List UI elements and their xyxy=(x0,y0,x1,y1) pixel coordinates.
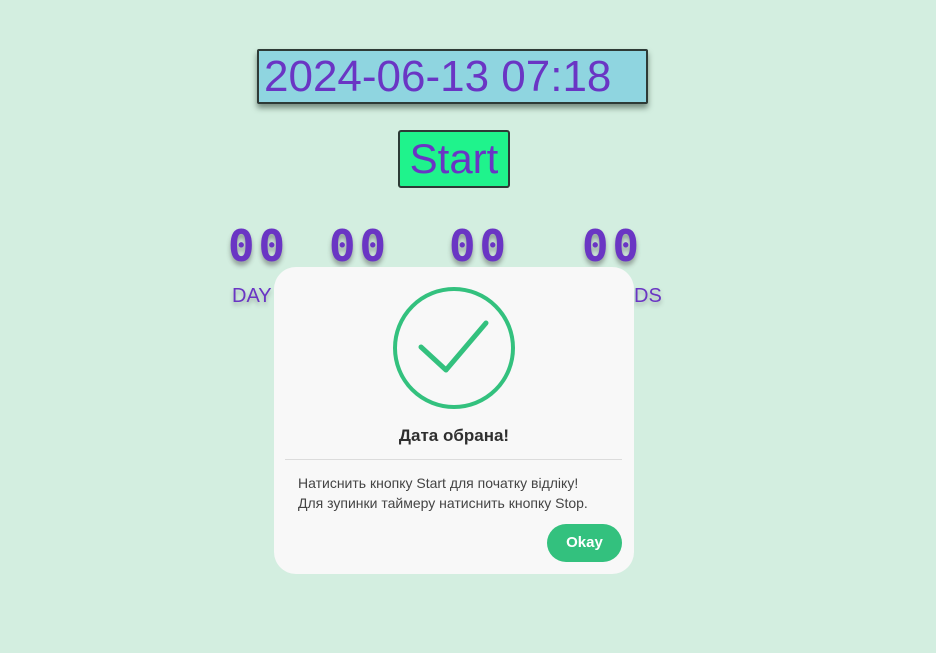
okay-button[interactable]: Okay xyxy=(547,524,622,562)
timer-hours-value: 00 xyxy=(329,221,390,272)
dialog-divider xyxy=(285,459,622,460)
timer-seconds-label: DS xyxy=(634,285,662,307)
timer-seconds-value: 00 xyxy=(582,221,643,272)
timer-days-value: 00 xyxy=(228,221,289,272)
check-circle-icon xyxy=(393,287,515,409)
page: 2024-06-13 07:18 Start 00 00 00 00 DAY D… xyxy=(0,0,936,653)
timer-days-label: DAY xyxy=(232,285,272,307)
timer-minutes-value: 00 xyxy=(449,221,510,272)
dialog-title: Дата обрана! xyxy=(398,426,510,445)
success-dialog: Дата обрана! Натиснить кнопку Start для … xyxy=(274,267,634,574)
dialog-message-line-2: Для зупинки таймеру натиснить кнопку Sto… xyxy=(298,495,588,511)
dialog-message: Натиснить кнопку Start для початку відлі… xyxy=(298,473,620,513)
date-time-input[interactable]: 2024-06-13 07:18 xyxy=(257,49,648,104)
dialog-message-line-1: Натиснить кнопку Start для початку відлі… xyxy=(298,475,579,491)
start-button[interactable]: Start xyxy=(398,130,510,188)
